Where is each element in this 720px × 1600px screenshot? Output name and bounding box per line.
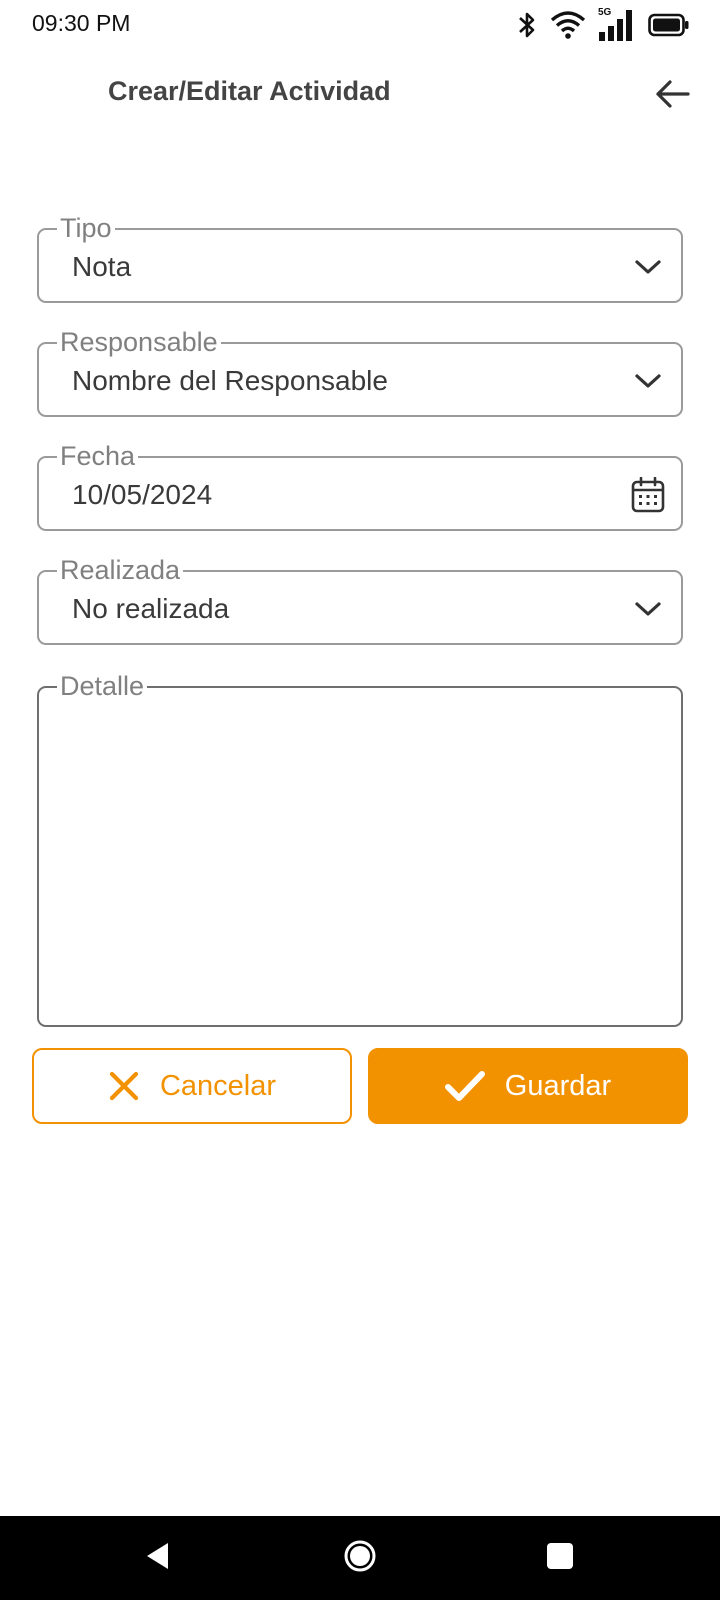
nav-home-button[interactable]: [340, 1538, 380, 1578]
wifi-icon: [550, 10, 586, 40]
cancel-button-label: Cancelar: [159, 1069, 277, 1102]
tipo-label: Tipo: [57, 211, 115, 245]
realizada-value: No realizada: [72, 593, 230, 624]
fecha-value: 10/05/2024: [72, 479, 213, 510]
chevron-down-icon: [631, 250, 665, 284]
detalle-field: Detalle: [37, 669, 683, 1027]
detalle-textarea[interactable]: [53, 708, 667, 1008]
fecha-label: Fecha: [57, 439, 139, 473]
calendar-icon[interactable]: [631, 477, 665, 513]
app-header: Crear/Editar Actividad: [0, 56, 720, 132]
arrow-left-icon: [654, 79, 690, 114]
realizada-select[interactable]: Realizada No realizada: [37, 553, 683, 645]
responsable-value: Nombre del Responsable: [72, 365, 388, 396]
responsable-label: Responsable: [57, 325, 221, 359]
cancel-button[interactable]: Cancelar: [32, 1048, 352, 1124]
check-icon: [444, 1070, 485, 1102]
chevron-down-icon: [631, 364, 665, 398]
close-icon: [108, 1070, 140, 1102]
system-nav-bar: [0, 1516, 720, 1600]
realizada-label: Realizada: [57, 553, 184, 587]
battery-icon: [648, 12, 690, 38]
bluetooth-icon: [516, 10, 538, 40]
detalle-label: Detalle: [57, 669, 148, 703]
save-button-label: Guardar: [504, 1069, 612, 1102]
status-bar: 09:30 PM 5G: [0, 0, 720, 48]
nav-recents-icon: [545, 1541, 575, 1576]
nav-home-icon: [343, 1539, 377, 1578]
status-icons: 5G: [516, 8, 690, 42]
page-title: Crear/Editar Actividad: [108, 76, 391, 106]
back-button[interactable]: [650, 74, 694, 118]
nav-back-button[interactable]: [138, 1538, 178, 1578]
chevron-down-icon: [631, 592, 665, 626]
tipo-value: Nota: [72, 251, 132, 282]
nav-back-icon: [144, 1541, 172, 1576]
fecha-date-field[interactable]: Fecha 10/05/2024: [37, 439, 683, 531]
status-time: 09:30 PM: [32, 10, 131, 36]
responsable-select[interactable]: Responsable Nombre del Responsable: [37, 325, 683, 417]
save-button[interactable]: Guardar: [368, 1048, 688, 1124]
tipo-select[interactable]: Tipo Nota: [37, 211, 683, 303]
nav-recents-button[interactable]: [540, 1538, 580, 1578]
signal-5g-icon: 5G: [598, 8, 636, 42]
